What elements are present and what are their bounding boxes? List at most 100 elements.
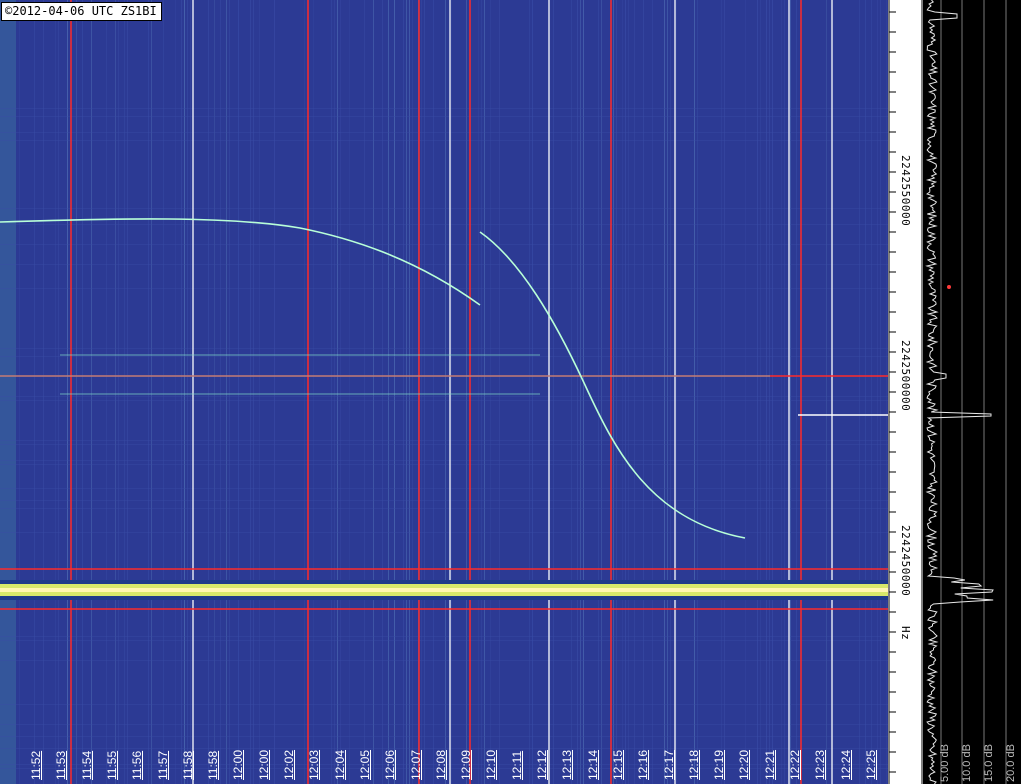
noise-texture xyxy=(0,0,888,784)
time-tick-label: 12:22 xyxy=(788,749,802,780)
time-tick-label: 12:04 xyxy=(332,749,347,780)
noise-row xyxy=(0,396,888,397)
noise-row xyxy=(0,356,888,357)
noise-streak xyxy=(766,0,767,784)
noise-streak xyxy=(484,0,485,784)
time-tick-label: 12:17 xyxy=(661,749,676,780)
noise-streak xyxy=(106,0,107,784)
frequency-axis: 2242550000 2242500000 2242450000 Hz xyxy=(888,0,921,784)
noise-streak xyxy=(331,0,332,784)
noise-row xyxy=(0,440,888,441)
time-tick-label: 11:56 xyxy=(130,750,145,780)
noise-streak xyxy=(253,0,254,784)
time-tick-label: 12:06 xyxy=(383,749,398,780)
noise-streak xyxy=(76,0,77,784)
noise-streak xyxy=(409,0,410,784)
noise-streak xyxy=(529,0,530,784)
noise-streak xyxy=(43,0,44,784)
noise-streak xyxy=(406,0,407,784)
noise-streak xyxy=(721,0,722,784)
noise-row xyxy=(0,140,888,141)
noise-streak xyxy=(757,0,758,784)
noise-streak xyxy=(478,0,479,784)
noise-streak xyxy=(796,0,797,784)
noise-streak xyxy=(877,0,878,784)
noise-streak xyxy=(781,0,782,784)
noise-streak xyxy=(187,0,188,784)
noise-streak xyxy=(118,0,119,784)
noise-streak xyxy=(577,0,578,784)
noise-row xyxy=(0,108,888,109)
noise-streak xyxy=(694,0,695,784)
noise-row xyxy=(0,532,888,533)
noise-row xyxy=(0,224,888,225)
noise-streak xyxy=(124,0,125,784)
noise-streak xyxy=(571,0,572,784)
noise-streak xyxy=(229,0,230,784)
noise-streak xyxy=(259,0,260,784)
noise-streak xyxy=(880,0,881,784)
time-tick-label: 12:23 xyxy=(813,749,828,780)
noise-streak xyxy=(790,0,791,784)
time-tick-label: 11:58 xyxy=(206,750,221,780)
time-tick-label: 11:57 xyxy=(155,750,170,780)
time-tick-label: 12:19 xyxy=(712,749,727,780)
noise-row xyxy=(0,704,888,705)
noise-streak xyxy=(115,0,116,784)
time-tick-label: 12:18 xyxy=(686,749,701,780)
time-tick-label: 12:20 xyxy=(737,749,752,780)
noise-streak xyxy=(181,0,182,784)
noise-streak xyxy=(382,0,383,784)
noise-streak xyxy=(163,0,164,784)
noise-row xyxy=(0,724,888,725)
noise-streak xyxy=(373,0,374,784)
time-tick-label: 11:53 xyxy=(54,750,69,780)
noise-streak xyxy=(580,0,581,784)
noise-streak xyxy=(184,0,185,784)
noise-streak xyxy=(337,0,338,784)
frequency-label: 2242550000 xyxy=(899,155,912,227)
noise-streak xyxy=(745,0,746,784)
noise-streak xyxy=(394,0,395,784)
power-scale-label: 15.0 dB xyxy=(983,744,995,782)
marker-dot xyxy=(947,285,951,289)
noise-streak xyxy=(625,0,626,784)
noise-streak xyxy=(55,0,56,784)
time-tick-label: 12:02 xyxy=(282,749,296,780)
noise-streak xyxy=(724,0,725,784)
noise-streak xyxy=(58,0,59,784)
noise-streak xyxy=(364,0,365,784)
time-tick-label: 12:03 xyxy=(307,749,322,780)
noise-row xyxy=(0,508,888,509)
power-scale-label: 10.0 dB xyxy=(961,744,973,782)
noise-row xyxy=(0,208,888,209)
time-tick-label: 12:07 xyxy=(408,749,423,780)
power-spectrum-trace xyxy=(925,0,994,784)
noise-streak xyxy=(598,0,599,784)
time-tick-label: 12:12 xyxy=(535,749,549,780)
noise-streak xyxy=(760,0,761,784)
noise-streak xyxy=(490,0,491,784)
power-scale-label: 5.00 dB xyxy=(939,744,951,782)
noise-streak xyxy=(226,0,227,784)
noise-streak xyxy=(601,0,602,784)
time-tick-label: 12:14 xyxy=(585,749,600,780)
time-tick-label: 12:16 xyxy=(636,749,651,780)
noise-row xyxy=(0,748,888,749)
noise-streak xyxy=(664,0,665,784)
noise-row xyxy=(0,636,888,637)
noise-streak xyxy=(91,0,92,784)
noise-streak xyxy=(553,0,554,784)
time-tick-label: 12:25 xyxy=(863,749,878,780)
time-tick-label: 12:09 xyxy=(459,749,474,780)
left-edge-band xyxy=(0,0,16,784)
noise-streak xyxy=(151,0,152,784)
noise-row xyxy=(0,460,888,461)
noise-streak xyxy=(424,0,425,784)
time-tick-label: 12:15 xyxy=(610,749,625,780)
time-tick-label: 12:24 xyxy=(838,749,853,780)
time-tick-label: 11:58 xyxy=(180,750,195,780)
noise-streak xyxy=(214,0,215,784)
time-tick-label: 12:10 xyxy=(484,749,499,780)
noise-row xyxy=(0,132,888,133)
